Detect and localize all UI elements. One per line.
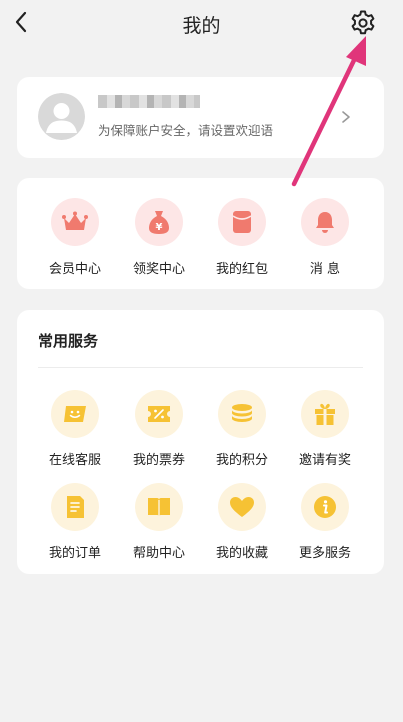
quick-item-label: 会员中心	[48, 262, 101, 277]
bell-icon	[316, 212, 334, 233]
customer-service-icon	[64, 406, 86, 422]
page-title: 我的	[182, 15, 221, 37]
quick-item-label: 消 息	[309, 262, 341, 277]
quick-item-messages[interactable]: 消 息	[292, 198, 358, 278]
quick-icon-circle	[301, 198, 349, 246]
quick-item-label: 领奖中心	[132, 262, 185, 277]
service-my-orders[interactable]: 我的订单	[42, 483, 108, 563]
help-book-icon	[148, 498, 170, 517]
section-title: 常用服务	[38, 332, 99, 350]
quick-item-red-packet[interactable]: 我的红包	[209, 198, 275, 278]
service-icon-circle	[135, 483, 183, 531]
service-label: 我的收藏	[215, 546, 268, 561]
service-label: 我的票券	[132, 453, 185, 468]
coupon-icon	[148, 406, 170, 422]
quick-item-reward-center[interactable]: ¥ 领奖中心	[126, 198, 192, 278]
service-help-center[interactable]: 帮助中心	[126, 483, 192, 563]
service-label: 我的积分	[215, 453, 268, 468]
service-icon-circle	[135, 390, 183, 438]
masked-username	[98, 95, 200, 108]
service-icon-circle	[218, 483, 266, 531]
default-avatar-icon	[38, 93, 85, 140]
svg-text:¥: ¥	[156, 222, 163, 233]
quick-icon-circle	[218, 198, 266, 246]
service-icon-circle	[218, 390, 266, 438]
profile-hint: 为保障账户安全，请设置欢迎语	[98, 123, 274, 138]
order-document-icon	[67, 496, 84, 518]
avatar[interactable]	[38, 93, 85, 140]
divider	[38, 367, 363, 368]
service-icon-circle	[51, 483, 99, 531]
profile-page: 我的 为保障账户安全，请设置欢迎语 会员中心 ¥ 领奖中心 我的红包 消 息 常…	[0, 0, 403, 722]
service-label: 在线客服	[48, 453, 101, 468]
info-icon	[314, 496, 336, 518]
money-bag-icon: ¥	[149, 211, 169, 234]
chevron-right-icon[interactable]	[339, 109, 353, 125]
service-more-services[interactable]: 更多服务	[292, 483, 358, 563]
service-my-points[interactable]: 我的积分	[209, 390, 275, 470]
top-bar: 我的	[0, 0, 403, 46]
common-services-card: 常用服务 在线客服 我的票券 我的积分 邀请有奖 我的订单 帮助中心 我的收藏 …	[17, 310, 384, 574]
profile-card[interactable]: 为保障账户安全，请设置欢迎语	[17, 77, 384, 158]
service-icon-circle	[301, 483, 349, 531]
service-label: 邀请有奖	[298, 453, 351, 468]
quick-actions-card: 会员中心 ¥ 领奖中心 我的红包 消 息	[17, 178, 384, 289]
service-icon-circle	[51, 390, 99, 438]
gear-icon	[351, 10, 375, 35]
service-online-support[interactable]: 在线客服	[42, 390, 108, 470]
service-label: 我的订单	[48, 546, 101, 561]
service-invite-rewards[interactable]: 邀请有奖	[292, 390, 358, 470]
quick-icon-circle: ¥	[135, 198, 183, 246]
service-my-coupons[interactable]: 我的票券	[126, 390, 192, 470]
quick-item-label: 我的红包	[215, 262, 268, 277]
quick-item-vip-center[interactable]: 会员中心	[42, 198, 108, 278]
settings-button[interactable]	[349, 9, 377, 37]
crown-icon	[62, 211, 88, 230]
heart-icon	[230, 497, 254, 517]
quick-icon-circle	[51, 198, 99, 246]
service-icon-circle	[301, 390, 349, 438]
gift-icon	[315, 403, 335, 425]
service-label: 帮助中心	[132, 546, 185, 561]
red-packet-icon	[232, 211, 252, 233]
points-coin-icon	[232, 404, 252, 422]
service-my-favorites[interactable]: 我的收藏	[209, 483, 275, 563]
service-label: 更多服务	[298, 546, 351, 561]
